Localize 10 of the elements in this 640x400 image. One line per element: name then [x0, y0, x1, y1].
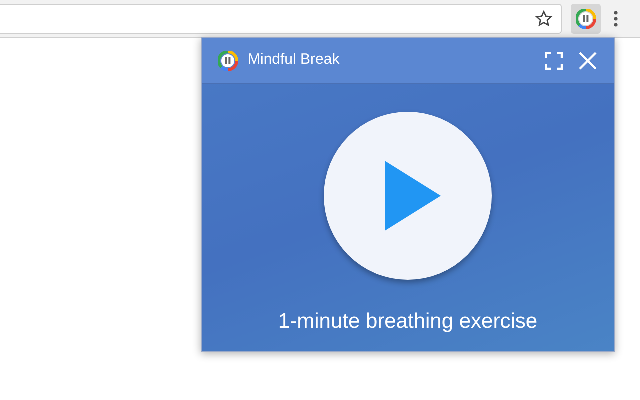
close-button[interactable] — [578, 50, 598, 70]
extension-button[interactable] — [571, 4, 601, 34]
extension-logo-icon — [576, 8, 596, 28]
menu-icon[interactable] — [614, 10, 618, 26]
fullscreen-button[interactable] — [544, 50, 564, 70]
popup-title: Mindful Break — [248, 50, 340, 70]
app-logo-icon — [218, 50, 238, 70]
exercise-caption: 1-minute breathing exercise — [278, 309, 538, 335]
star-icon[interactable] — [535, 10, 553, 28]
play-icon — [385, 161, 441, 231]
